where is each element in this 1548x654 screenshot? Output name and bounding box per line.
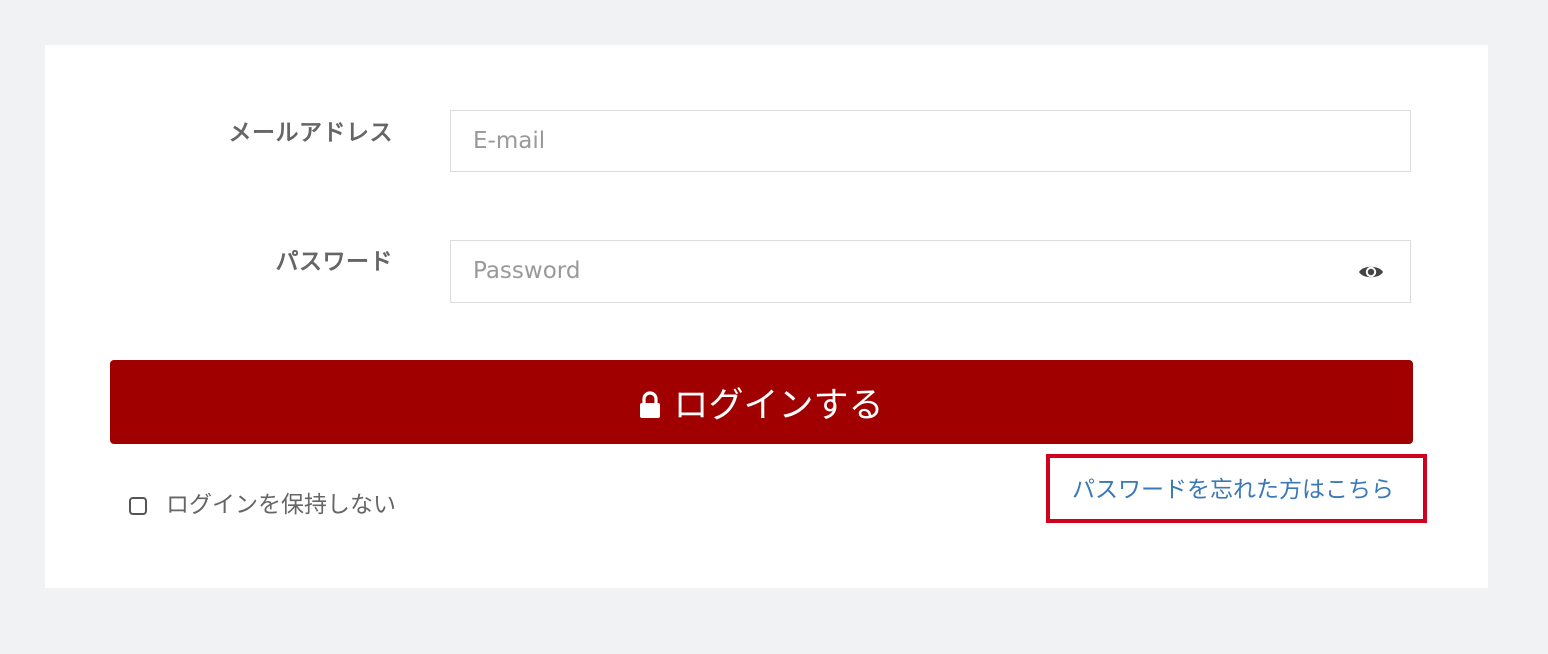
remember-checkbox[interactable]	[129, 497, 147, 515]
lock-icon	[639, 388, 661, 418]
email-label: メールアドレス	[228, 120, 393, 146]
password-label: パスワード	[275, 249, 393, 275]
eye-icon[interactable]	[1358, 260, 1384, 284]
password-field[interactable]	[451, 241, 1333, 301]
password-field-container	[450, 240, 1411, 303]
remember-label: ログインを保持しない	[166, 492, 396, 518]
login-panel: メールアドレス パスワード ログインする ログインを保持しない パスワードを忘れ…	[45, 45, 1488, 588]
forgot-password-link[interactable]: パスワードを忘れた方はこちら	[1072, 470, 1394, 504]
email-field[interactable]	[451, 111, 1333, 171]
remember-login-option[interactable]: ログインを保持しない	[129, 485, 396, 519]
email-field-container	[450, 110, 1411, 172]
login-button-label: ログインする	[673, 385, 884, 426]
login-button[interactable]: ログインする	[110, 360, 1413, 444]
